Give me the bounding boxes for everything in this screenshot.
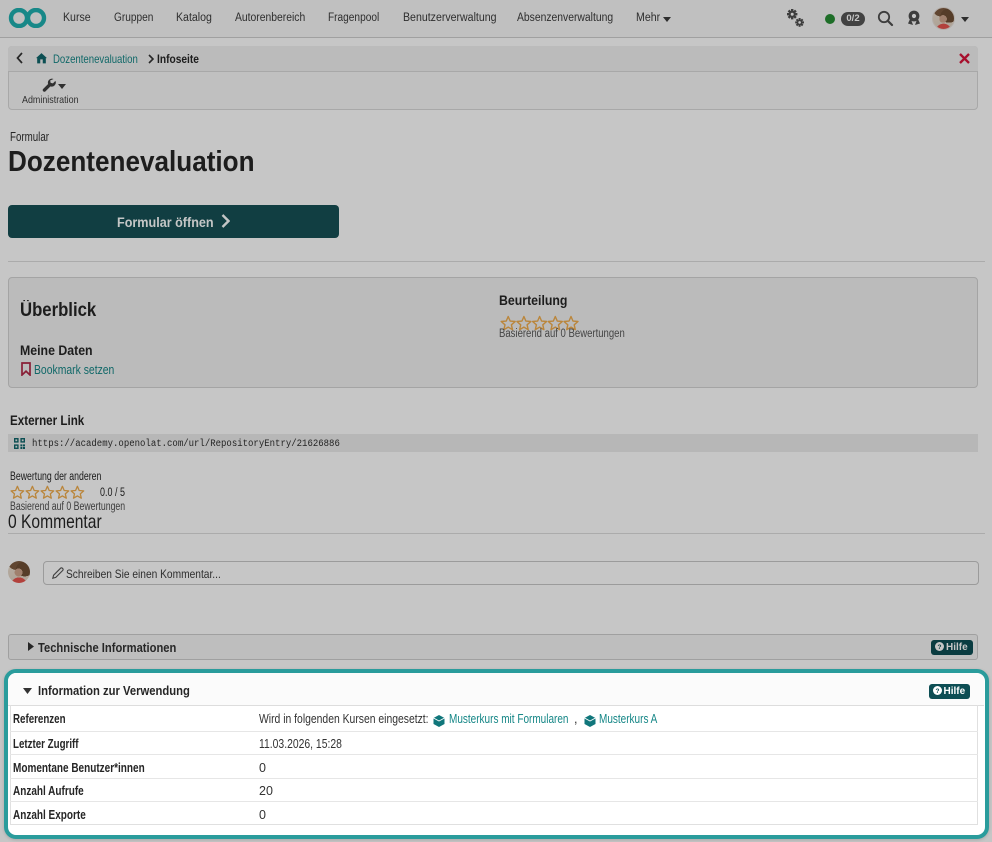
svg-text:?: ? [935, 688, 939, 695]
